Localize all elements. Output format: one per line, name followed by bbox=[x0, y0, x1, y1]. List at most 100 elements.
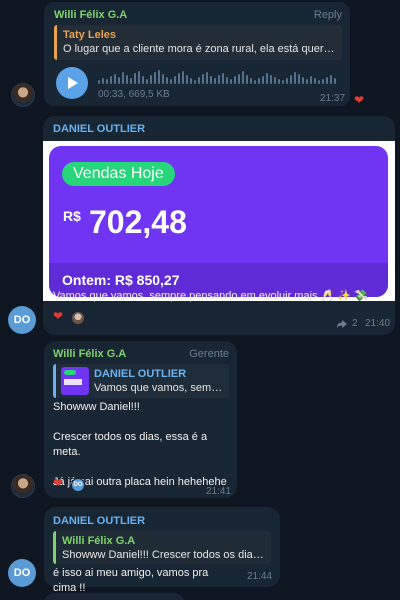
waveform-bar bbox=[174, 76, 176, 84]
waveform-bar bbox=[302, 77, 304, 84]
sales-badge: Vendas Hoje bbox=[62, 162, 175, 186]
waveform-bar bbox=[118, 77, 120, 84]
waveform-bar bbox=[114, 74, 116, 84]
waveform-bar bbox=[326, 77, 328, 84]
sales-image[interactable]: Vendas Hoje R$ 702,48 Ontem: R$ 850,27 bbox=[43, 141, 395, 301]
reply-action[interactable]: Reply bbox=[314, 9, 342, 21]
heart-reaction[interactable]: ❤ bbox=[53, 476, 63, 490]
quoted-reply[interactable]: Willi Félix G.A Showww Daniel!!! Crescer… bbox=[53, 531, 271, 564]
waveform-bar bbox=[214, 78, 216, 84]
waveform-bar bbox=[286, 78, 288, 84]
waveform-bar bbox=[322, 79, 324, 84]
heart-reaction[interactable]: ❤ bbox=[53, 309, 63, 323]
waveform-bar bbox=[274, 77, 276, 84]
waveform-bar bbox=[178, 73, 180, 84]
message-time: 21:40 bbox=[365, 318, 391, 329]
waveform-bar bbox=[270, 75, 272, 84]
waveform-bar bbox=[142, 76, 144, 84]
waveform-bar bbox=[126, 75, 128, 84]
waveform-bar bbox=[150, 75, 152, 84]
sales-amount: 702,48 bbox=[89, 204, 187, 240]
waveform-bar bbox=[298, 74, 300, 84]
partial-message-bubble[interactable] bbox=[44, 593, 184, 600]
waveform-bar bbox=[170, 79, 172, 84]
waveform-bar bbox=[186, 75, 188, 84]
message-time: 21:37 bbox=[320, 93, 346, 104]
quoted-thumb-badge bbox=[64, 370, 76, 375]
waveform-bar bbox=[130, 78, 132, 84]
waveform-bar bbox=[314, 78, 316, 84]
waveform-bar bbox=[242, 71, 244, 84]
waveform-bar bbox=[266, 73, 268, 84]
forward-icon bbox=[337, 320, 347, 328]
waveform-bar bbox=[250, 78, 252, 84]
waveform-bar bbox=[310, 76, 312, 84]
waveform-bar bbox=[138, 71, 140, 84]
reaction-avatar: DO bbox=[71, 478, 85, 492]
message-text: Showww Daniel!!! Crescer todos os dias, … bbox=[53, 401, 227, 488]
waveform-bar bbox=[162, 74, 164, 84]
waveform-bar bbox=[222, 73, 224, 84]
sender-role: Gerente bbox=[189, 348, 229, 360]
quoted-sender: Taty Leles bbox=[63, 29, 116, 41]
waveform-bar bbox=[146, 79, 148, 84]
waveform-bar bbox=[254, 80, 256, 84]
sender-name[interactable]: Willi Félix G.A bbox=[54, 9, 127, 21]
waveform-bar bbox=[230, 79, 232, 84]
message-time: 21:44 bbox=[247, 571, 273, 582]
waveform-bar bbox=[258, 78, 260, 84]
waveform-bar bbox=[198, 77, 200, 84]
waveform-bar bbox=[318, 80, 320, 84]
waveform-bar bbox=[278, 79, 280, 84]
waveform-bar bbox=[154, 72, 156, 84]
quoted-sender: DANIEL OUTLIER bbox=[94, 368, 187, 380]
waveform-bar bbox=[134, 73, 136, 84]
sender-avatar[interactable] bbox=[11, 83, 35, 107]
voice-meta: 00:33, 669,5 KB bbox=[98, 89, 170, 100]
waveform-bar bbox=[158, 70, 160, 84]
quoted-thumbnail bbox=[61, 367, 89, 395]
waveform-bar bbox=[182, 71, 184, 84]
message-bubble[interactable]: Willi Félix G.A Gerente DANIEL OUTLIER V… bbox=[44, 341, 237, 498]
waveform-bar bbox=[282, 80, 284, 84]
waveform-bar bbox=[106, 79, 108, 84]
waveform-bar bbox=[290, 75, 292, 84]
waveform-bar bbox=[206, 72, 208, 84]
waveform-bar bbox=[190, 78, 192, 84]
message-bubble[interactable]: DANIEL OUTLIER Willi Félix G.A Showww Da… bbox=[44, 507, 280, 594]
quoted-reply[interactable]: DANIEL OUTLIER Vamos que vamos, sempr... bbox=[53, 364, 229, 398]
waveform-bar bbox=[262, 76, 264, 84]
quoted-reply[interactable]: Taty Leles O lugar que a cliente mora é … bbox=[54, 25, 342, 60]
waveform-bar bbox=[166, 77, 168, 84]
waveform-bar bbox=[294, 72, 296, 84]
quoted-sender: Willi Félix G.A bbox=[62, 535, 136, 547]
quoted-thumb-bar bbox=[64, 379, 82, 385]
waveform-bar bbox=[218, 75, 220, 84]
waveform-bar bbox=[110, 76, 112, 84]
sender-avatar[interactable]: DO bbox=[8, 559, 36, 587]
sender-name[interactable]: DANIEL OUTLIER bbox=[53, 123, 145, 135]
waveform-bar bbox=[334, 78, 336, 84]
sender-avatar[interactable] bbox=[11, 474, 35, 498]
reaction-avatar bbox=[71, 311, 85, 325]
yesterday-value: Ontem: R$ 850,27 bbox=[62, 272, 180, 288]
waveform-bar bbox=[210, 76, 212, 84]
quoted-text: Vamos que vamos, sempr... bbox=[94, 382, 223, 394]
waveform-bar bbox=[330, 75, 332, 84]
waveform-bar bbox=[194, 80, 196, 84]
message-bubble[interactable]: Willi Félix G.A Reply Taty Leles O lugar… bbox=[44, 2, 350, 106]
sender-avatar[interactable]: DO bbox=[8, 306, 36, 334]
waveform-bar bbox=[202, 74, 204, 84]
play-button[interactable] bbox=[56, 67, 88, 99]
voice-waveform[interactable] bbox=[98, 68, 346, 84]
sales-card: Vendas Hoje R$ 702,48 Ontem: R$ 850,27 bbox=[49, 146, 388, 297]
sender-name[interactable]: Willi Félix G.A bbox=[53, 348, 126, 360]
waveform-bar bbox=[234, 76, 236, 84]
heart-reaction[interactable]: ❤ bbox=[354, 93, 364, 107]
message-text: é isso ai meu amigo, vamos pra cima !! bbox=[53, 567, 209, 594]
play-icon bbox=[68, 77, 78, 89]
sender-name[interactable]: DANIEL OUTLIER bbox=[53, 515, 145, 527]
message-text: Vamos que vamos, sempre pensando em evol… bbox=[53, 290, 368, 302]
currency-label: R$ bbox=[63, 208, 81, 224]
message-bubble[interactable]: DANIEL OUTLIER Vendas Hoje R$ 702,48 Ont… bbox=[43, 116, 395, 335]
